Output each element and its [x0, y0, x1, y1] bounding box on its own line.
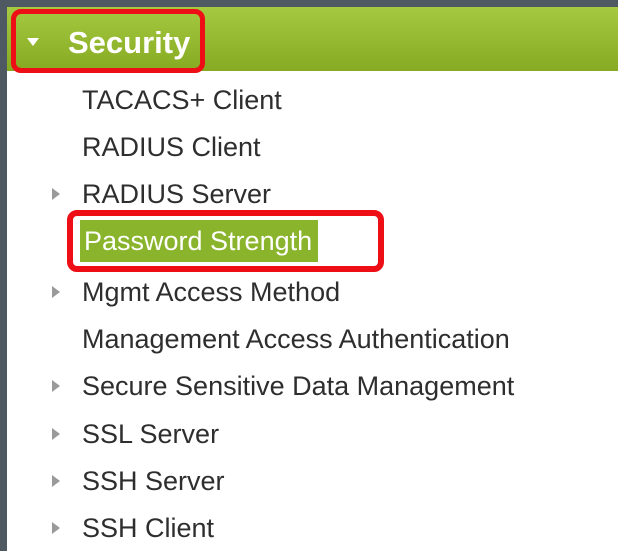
menu-item-label: SSH Client [82, 513, 215, 543]
navigation-tree: Security TACACS+ Client RADIUS Client RA… [0, 0, 618, 551]
menu-item-secure-sensitive-data-management[interactable]: Secure Sensitive Data Management [0, 366, 618, 406]
menu-item-label: TACACS+ Client [82, 85, 282, 115]
menu-item-label: SSH Server [82, 466, 225, 496]
triangle-right-icon[interactable] [52, 286, 60, 298]
menu-item-label: Management Access Authentication [82, 324, 510, 354]
menu-item-label: Secure Sensitive Data Management [82, 371, 515, 401]
menu-item-ssh-client[interactable]: SSH Client [0, 508, 618, 548]
triangle-right-icon[interactable] [52, 522, 60, 534]
triangle-right-icon[interactable] [52, 188, 60, 200]
menu-item-label: SSL Server [82, 419, 220, 449]
menu-item-management-access-authentication[interactable]: Management Access Authentication [0, 319, 618, 359]
menu-item-label: RADIUS Client [82, 132, 261, 162]
menu-item-label: RADIUS Server [82, 179, 272, 209]
top-border [0, 0, 618, 7]
menu-item-ssh-server[interactable]: SSH Server [0, 461, 618, 501]
highlight-box-security [11, 9, 205, 73]
menu-item-ssl-server[interactable]: SSL Server [0, 414, 618, 454]
menu-item-mgmt-access-method[interactable]: Mgmt Access Method [0, 272, 618, 312]
highlight-box-password-strength [67, 210, 384, 272]
triangle-right-icon[interactable] [52, 428, 60, 440]
menu-item-tacacs-client[interactable]: TACACS+ Client [0, 80, 618, 120]
menu-item-radius-server[interactable]: RADIUS Server [0, 174, 618, 214]
menu-item-radius-client[interactable]: RADIUS Client [0, 127, 618, 167]
triangle-right-icon[interactable] [52, 380, 60, 392]
menu-item-label: Mgmt Access Method [82, 277, 341, 307]
triangle-right-icon[interactable] [52, 475, 60, 487]
